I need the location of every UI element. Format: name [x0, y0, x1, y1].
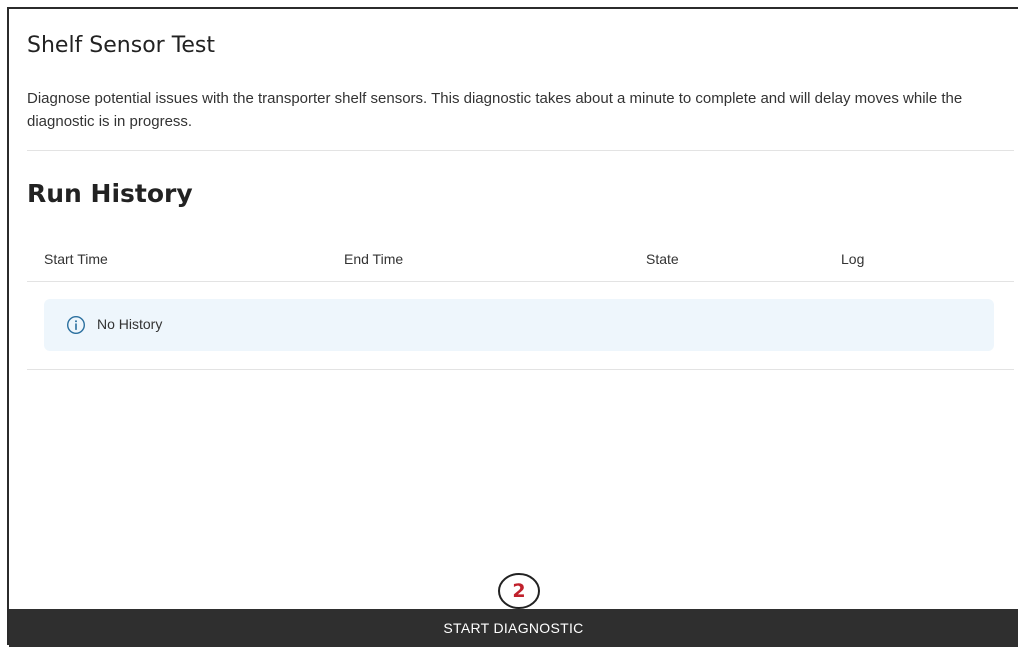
page-title: Shelf Sensor Test: [27, 33, 216, 58]
test-description: Diagnose potential issues with the trans…: [27, 90, 963, 130]
no-history-message: No History: [97, 316, 163, 332]
table-header-divider: [27, 281, 1014, 282]
column-start-time: Start Time: [44, 251, 108, 267]
no-history-alert: No History: [44, 299, 994, 351]
column-end-time: End Time: [344, 251, 404, 267]
run-history-title: Run History: [27, 179, 193, 208]
start-diagnostic-button[interactable]: START DIAGNOSTIC: [9, 609, 1018, 647]
table-bottom-divider: [27, 369, 1014, 370]
column-log: Log: [841, 251, 865, 267]
column-state: State: [646, 251, 679, 267]
step-number: 2: [512, 580, 526, 602]
step-number-annotation: 2: [497, 572, 541, 610]
section-divider: [27, 150, 1014, 151]
diagnostic-panel: Shelf Sensor Test Diagnose potential iss…: [7, 7, 1018, 647]
info-icon: [66, 315, 86, 335]
